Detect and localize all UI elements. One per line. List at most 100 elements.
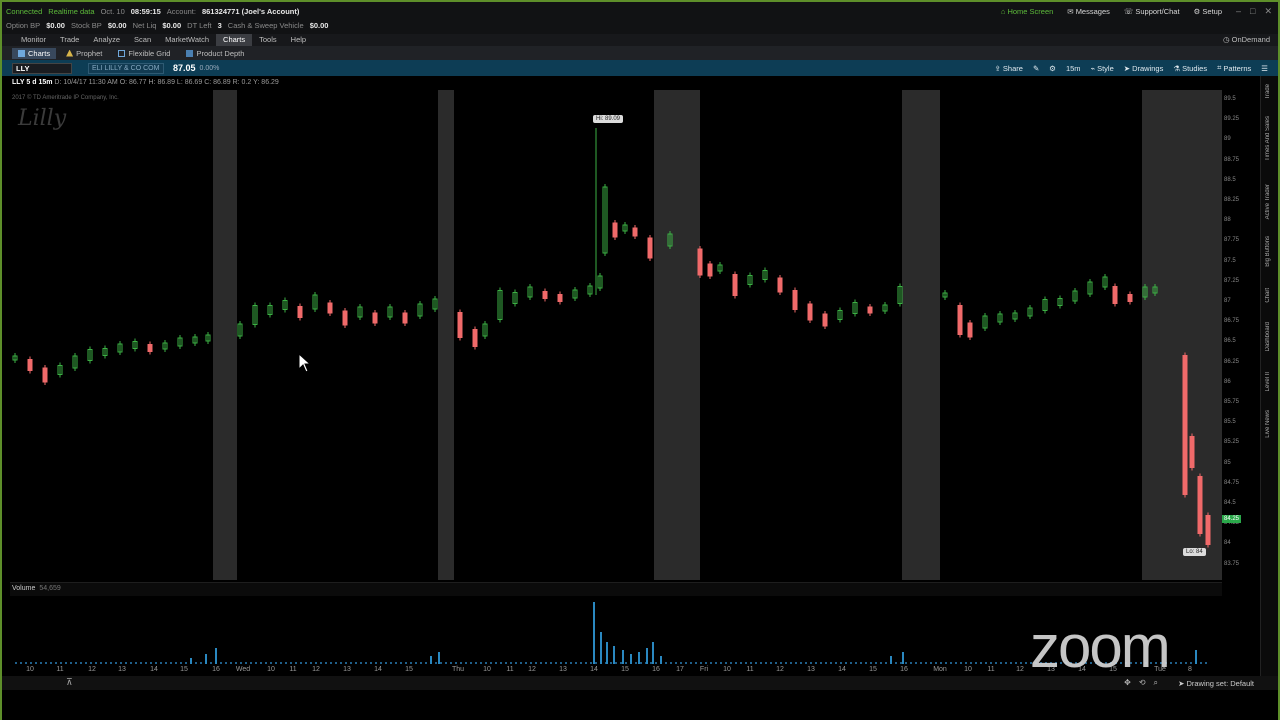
net-liq-label: Net Liq (132, 20, 157, 30)
account-selector[interactable]: 861324771 (Joel's Account) (202, 7, 299, 16)
ondemand-button[interactable]: ◷ OnDemand (1223, 34, 1270, 46)
price-tick: 88.75 (1224, 156, 1240, 163)
rail-tab-dashboard[interactable]: Dashboard (1265, 322, 1271, 351)
expand-icon[interactable]: ⊼ (66, 677, 73, 688)
time-tick: 15 (405, 666, 413, 673)
rail-tab-trade[interactable]: Trade (1265, 84, 1271, 99)
style-button[interactable]: ⌁ Style (1091, 64, 1114, 73)
home-screen-link[interactable]: ⌂ Home Screen (1001, 7, 1053, 16)
drawing-set-selector[interactable]: ➤ Drawing set: Default (1178, 679, 1254, 688)
price-tick: 86 (1224, 378, 1231, 385)
session-band (438, 90, 454, 580)
volume-value: 54,659 (39, 585, 61, 592)
time-tick: 8 (1188, 666, 1192, 673)
clock-icon: ◷ (1223, 35, 1230, 44)
subtab-prophet[interactable]: Prophet (60, 48, 108, 59)
candle-body (807, 303, 813, 321)
candle-body (297, 306, 303, 318)
setup-link[interactable]: ⚙ Setup (1194, 7, 1222, 16)
home-icon: ⌂ (1000, 7, 1006, 16)
rail-tab-active-trader[interactable]: Active Trader (1265, 184, 1271, 219)
volume-bar (438, 652, 440, 664)
time-tick: 10 (723, 666, 731, 673)
symbol-input[interactable]: LLY (12, 62, 72, 74)
chart-settings-button[interactable]: ⚙ (1049, 64, 1056, 73)
menu-marketwatch[interactable]: MarketWatch (158, 34, 216, 46)
menu-help[interactable]: Help (284, 34, 313, 46)
flask-icon: ⚗ (1173, 63, 1181, 73)
time-tick: 14 (590, 666, 598, 673)
top-links: ⌂ Home Screen ✉ Messages ☏ Support/Chat … (1001, 7, 1222, 16)
price-tick: 89.5 (1224, 96, 1236, 102)
timeframe-button[interactable]: 15m (1066, 64, 1081, 73)
prophet-icon (66, 49, 74, 57)
status-bar: Connected Realtime data Oct. 10 08:59:15… (2, 2, 1278, 34)
time-tick: 11 (746, 666, 754, 673)
candle-body (697, 248, 703, 276)
drawing-tool-button[interactable]: ✎ (1033, 64, 1039, 73)
messages-link[interactable]: ✉ Messages (1067, 7, 1110, 16)
time-tick: 16 (900, 666, 908, 673)
style-icon: ⌁ (1090, 63, 1096, 73)
close-icon[interactable]: ✕ (1264, 6, 1272, 17)
volume-bar (613, 646, 615, 664)
menu-analyze[interactable]: Analyze (86, 34, 127, 46)
session-band (213, 90, 237, 580)
menu-tools[interactable]: Tools (252, 34, 284, 46)
rail-tab-big-buttons[interactable]: Big Buttons (1265, 236, 1271, 267)
copyright-text: 2017 © TD Ameritrade IP Company, Inc. (12, 95, 119, 101)
menu-icon[interactable]: ☰ (1261, 64, 1268, 73)
candle-body (792, 290, 798, 310)
price-tick: 87.5 (1224, 257, 1236, 264)
time-tick: Thu (451, 666, 465, 673)
volume-label: Volume 54,659 (12, 585, 61, 592)
subtab-product-depth[interactable]: Product Depth (180, 48, 250, 59)
candle-body (557, 294, 563, 302)
candle-body (542, 291, 548, 299)
minimize-icon[interactable]: – (1236, 6, 1241, 17)
maximize-icon[interactable]: □ (1250, 6, 1255, 17)
time-tick: 14 (838, 666, 846, 673)
candle-body (1189, 436, 1195, 468)
right-gadget-rail: Trade Times And Sales Active Trader Big But… (1260, 76, 1278, 676)
stock-bp-label: Stock BP (70, 20, 102, 30)
time-tick: 12 (312, 666, 320, 673)
share-button[interactable]: ⇪ Share (995, 64, 1023, 73)
support-chat-link[interactable]: ☏ Support/Chat (1124, 7, 1180, 16)
chart-toolbar: LLY ELI LILLY & CO COM 87.05 0.00% ⇪ Shar… (2, 60, 1278, 76)
menu-charts[interactable]: Charts (216, 34, 253, 46)
drawings-button[interactable]: ➤ Drawings (1124, 64, 1164, 73)
status-row-2: Option BP $0.00 Stock BP $0.00 Net Liq $… (6, 19, 328, 31)
volume-bar (890, 656, 892, 664)
rail-tab-level-ii[interactable]: Level II (1265, 372, 1271, 391)
rail-tab-chart[interactable]: Chart (1265, 288, 1271, 303)
patterns-button[interactable]: ⌗ Patterns (1217, 63, 1251, 73)
session-band (654, 90, 700, 580)
menu-trade[interactable]: Trade (53, 34, 86, 46)
menu-scan[interactable]: Scan (127, 34, 158, 46)
time-tick: 13 (118, 666, 126, 673)
time-tick: Mon (933, 666, 947, 673)
dt-left-label: DT Left (187, 20, 212, 30)
subtab-flexible-grid[interactable]: Flexible Grid (112, 48, 176, 59)
studies-button[interactable]: ⚗ Studies (1173, 64, 1207, 73)
volume-bar (1195, 650, 1197, 664)
menu-monitor[interactable]: Monitor (14, 34, 53, 46)
candle-body (1127, 294, 1133, 302)
volume-bar (430, 656, 432, 664)
rail-tab-times-and-sales[interactable]: Times And Sales (1265, 116, 1271, 161)
price-chart[interactable] (10, 90, 1222, 580)
price-axis[interactable]: 89.5 89.25 89 88.75 88.5 88.25 88 87.75 87.5 87.2… (1222, 90, 1246, 580)
rail-tab-live-news[interactable]: Live News (1265, 410, 1271, 438)
company-name: ELI LILLY & CO COM (88, 62, 164, 74)
price-tick: 87.75 (1224, 237, 1240, 244)
time-tick: 14 (374, 666, 382, 673)
time-tick: 13 (559, 666, 567, 673)
subtab-charts[interactable]: Charts (12, 47, 57, 59)
subtab-charts-label: Charts (28, 48, 51, 58)
volume-bar (652, 642, 654, 664)
candle-body (967, 322, 973, 338)
price-tick: 84 (1224, 540, 1231, 547)
studies-label: Studies (1182, 63, 1208, 73)
price-tick: 85.25 (1224, 439, 1240, 446)
